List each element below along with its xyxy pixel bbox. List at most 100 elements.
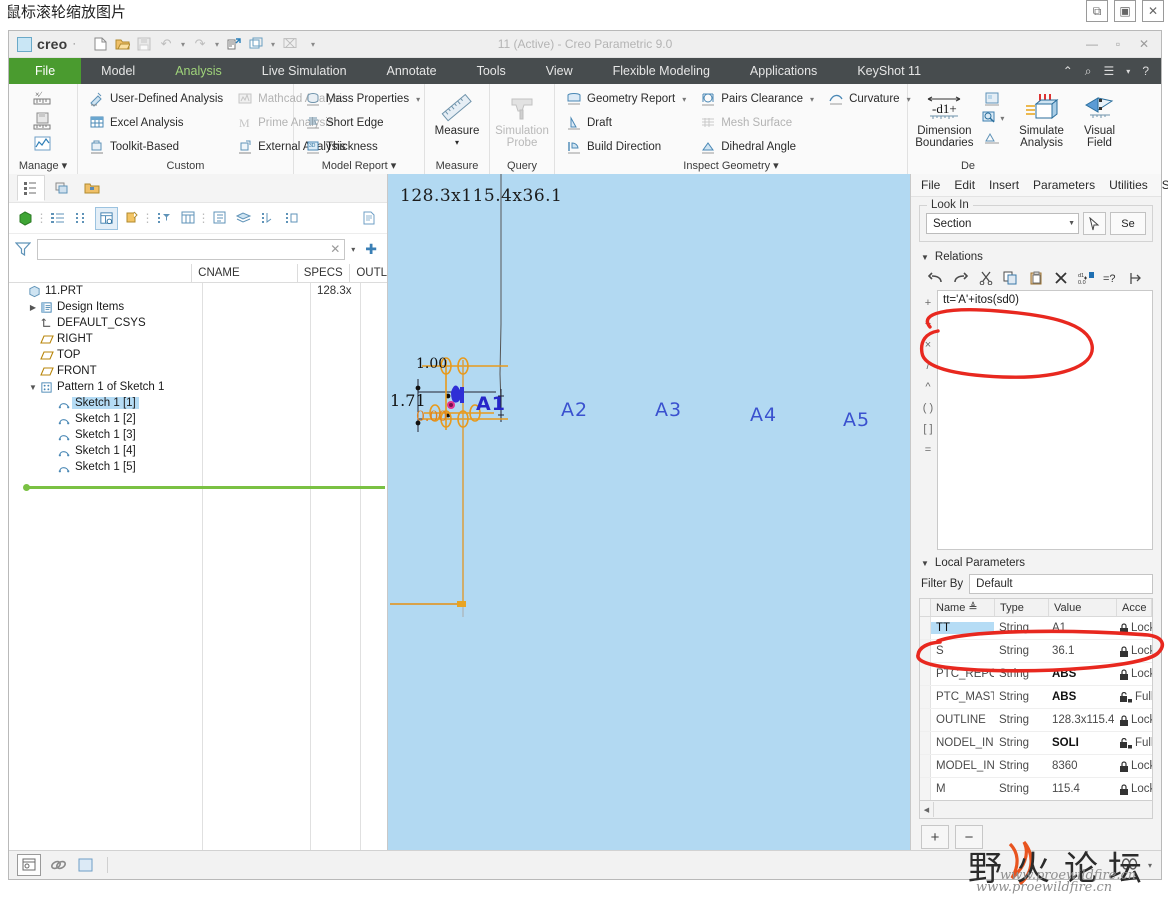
table-row[interactable]: MODEL_IND String 8360 Locke bbox=[920, 755, 1152, 778]
look-in-select[interactable]: Section ▼ bbox=[926, 213, 1079, 234]
param-type[interactable]: String bbox=[994, 737, 1047, 749]
close-button[interactable]: ✕ bbox=[1131, 33, 1157, 55]
instance-label-a5[interactable]: A5 bbox=[843, 409, 870, 431]
help-icon[interactable]: ? bbox=[1142, 64, 1149, 78]
tree-col-outline[interactable]: OUTL bbox=[349, 264, 387, 282]
mass-properties-dropdown-icon[interactable]: ▾ bbox=[416, 95, 420, 104]
user-defined-analysis-button[interactable]: User-Defined Analysis bbox=[82, 87, 230, 111]
graphics-window[interactable]: 128.3x115.4x36.1 1.00 1.71 0.00 A1 A2 A3… bbox=[388, 174, 910, 879]
table-row[interactable]: 11.PRT 128.3x bbox=[9, 283, 387, 299]
param-access[interactable]: Locke bbox=[1114, 668, 1152, 680]
col-name[interactable]: Name ≜ bbox=[931, 599, 995, 616]
feasibility-icon[interactable] bbox=[980, 110, 998, 127]
op-power[interactable]: ^ bbox=[925, 376, 930, 397]
customize-qat-icon[interactable]: ▾ bbox=[308, 40, 318, 49]
redo-icon[interactable]: ↷ bbox=[190, 34, 210, 54]
pairs-clearance-dropdown-icon[interactable]: ▾ bbox=[810, 95, 814, 104]
param-type[interactable]: String bbox=[994, 691, 1047, 703]
param-value[interactable]: 36.1 bbox=[1047, 645, 1114, 657]
tab-flexible-modeling[interactable]: Flexible Modeling bbox=[593, 58, 730, 84]
table-row[interactable]: PTC_MASTE String ABS Full bbox=[920, 686, 1152, 709]
table-row[interactable]: TOP bbox=[9, 347, 387, 363]
mesh-surface-button[interactable]: Mesh Surface bbox=[693, 111, 821, 135]
param-value[interactable]: 115.4 bbox=[1047, 783, 1114, 795]
pairs-clearance-button[interactable]: Pairs Clearance ▾ bbox=[693, 87, 821, 111]
col-type[interactable]: Type bbox=[995, 599, 1049, 616]
toolkit-based-button[interactable]: Toolkit-Based bbox=[82, 135, 230, 159]
instance-label-a1[interactable]: A1 bbox=[476, 393, 506, 415]
select-button[interactable]: Se bbox=[1110, 212, 1146, 235]
excel-analysis-button[interactable]: Excel Analysis bbox=[82, 111, 230, 135]
table-row[interactable]: ▶ Design Items bbox=[9, 299, 387, 315]
param-name[interactable]: TT bbox=[931, 622, 994, 634]
table-row[interactable]: Sketch 1 [2] bbox=[9, 411, 387, 427]
verify-relations-icon[interactable]: =? bbox=[1102, 270, 1119, 287]
find-dropdown-icon[interactable]: ▾ bbox=[1145, 855, 1155, 875]
attach-icon[interactable] bbox=[47, 855, 69, 875]
tree-col-specs[interactable]: SPECS bbox=[296, 264, 350, 282]
save-icon[interactable] bbox=[134, 34, 154, 54]
switch-dimensions-icon[interactable]: d1 0.0 bbox=[1077, 270, 1094, 287]
instance-label-a3[interactable]: A3 bbox=[655, 399, 682, 421]
op-equals[interactable]: = bbox=[925, 439, 931, 460]
param-access[interactable]: Locke bbox=[1114, 645, 1152, 657]
local-parameters-section-header[interactable]: ▼ Local Parameters bbox=[911, 550, 1161, 572]
table-row[interactable]: Sketch 1 [4] bbox=[9, 443, 387, 459]
geometry-report-button[interactable]: Geometry Report ▾ bbox=[559, 87, 693, 111]
os-close-button[interactable]: ✕ bbox=[1142, 0, 1164, 22]
chevron-down-icon[interactable]: ▼ bbox=[921, 559, 929, 568]
table-row[interactable]: Sketch 1 [3] bbox=[9, 427, 387, 443]
param-type[interactable]: String bbox=[994, 668, 1047, 680]
sensitivity-icon[interactable] bbox=[983, 91, 1001, 108]
draft-button[interactable]: Draft bbox=[559, 111, 693, 135]
table-row[interactable]: RIGHT bbox=[9, 331, 387, 347]
cut-icon[interactable] bbox=[977, 270, 994, 287]
tab-applications[interactable]: Applications bbox=[730, 58, 837, 84]
op-divide[interactable]: / bbox=[926, 355, 929, 376]
clear-filter-icon[interactable]: ✕ bbox=[330, 242, 340, 256]
chevron-down-icon[interactable]: ▼ bbox=[1068, 220, 1075, 227]
param-access[interactable]: Full bbox=[1114, 691, 1152, 703]
col-value[interactable]: Value bbox=[1049, 599, 1117, 616]
delete-icon[interactable] bbox=[1052, 270, 1069, 287]
ribbon-group-manage-label[interactable]: Manage ▾ bbox=[9, 159, 77, 174]
param-access[interactable]: Locke bbox=[1114, 622, 1152, 634]
filter-icon[interactable] bbox=[15, 241, 31, 257]
param-access[interactable]: Locke bbox=[1114, 783, 1152, 795]
menu-insert[interactable]: Insert bbox=[989, 178, 1019, 192]
param-access[interactable]: Full bbox=[1114, 737, 1152, 749]
reorder-icon[interactable] bbox=[257, 208, 278, 229]
visual-field-button[interactable]: Visual Field bbox=[1075, 87, 1124, 149]
row-expander[interactable]: ▼ bbox=[27, 383, 39, 392]
tree-columns-icon[interactable] bbox=[95, 206, 118, 230]
table-row[interactable]: FRONT bbox=[9, 363, 387, 379]
param-value[interactable]: SOLI bbox=[1047, 737, 1114, 749]
op-parentheses[interactable]: ( ) bbox=[923, 397, 933, 418]
undo-dropdown-icon[interactable]: ▾ bbox=[178, 40, 188, 49]
param-value[interactable]: ABS bbox=[1047, 691, 1114, 703]
measure-item-icon[interactable]: ×∕ bbox=[32, 87, 54, 109]
paste-icon[interactable] bbox=[1027, 270, 1044, 287]
param-name[interactable]: S bbox=[931, 645, 994, 657]
dimension-boundaries-button[interactable]: -d1+ Dimension Boundaries bbox=[912, 87, 977, 149]
account-icon[interactable]: ☰ bbox=[1104, 64, 1115, 78]
add-parameter-button[interactable]: + bbox=[921, 825, 949, 849]
instance-label-a2[interactable]: A2 bbox=[561, 399, 588, 421]
mass-properties-button[interactable]: Mass Properties ▾ bbox=[298, 87, 427, 111]
param-name[interactable]: M bbox=[931, 783, 994, 795]
param-type[interactable]: String bbox=[994, 714, 1047, 726]
expand-all-icon[interactable] bbox=[281, 208, 302, 229]
param-name[interactable]: PTC_MASTE bbox=[931, 691, 994, 703]
collapse-ribbon-icon[interactable]: ⌃ bbox=[1063, 64, 1073, 78]
thickness-button[interactable]: 3D Thickness bbox=[298, 135, 427, 159]
tree-filter-input[interactable]: ✕ bbox=[37, 238, 346, 260]
insert-from-file-icon[interactable] bbox=[1127, 270, 1144, 287]
param-name[interactable]: MODEL_IND bbox=[931, 760, 994, 772]
build-direction-button[interactable]: Build Direction bbox=[559, 135, 693, 159]
table-row[interactable]: M String 115.4 Locke bbox=[920, 778, 1152, 800]
param-value[interactable]: A1 bbox=[1047, 622, 1114, 634]
param-value[interactable]: 128.3x115.4 bbox=[1047, 714, 1114, 726]
menu-utilities[interactable]: Utilities bbox=[1109, 178, 1148, 192]
tab-view[interactable]: View bbox=[526, 58, 593, 84]
tab-live-simulation[interactable]: Live Simulation bbox=[242, 58, 367, 84]
